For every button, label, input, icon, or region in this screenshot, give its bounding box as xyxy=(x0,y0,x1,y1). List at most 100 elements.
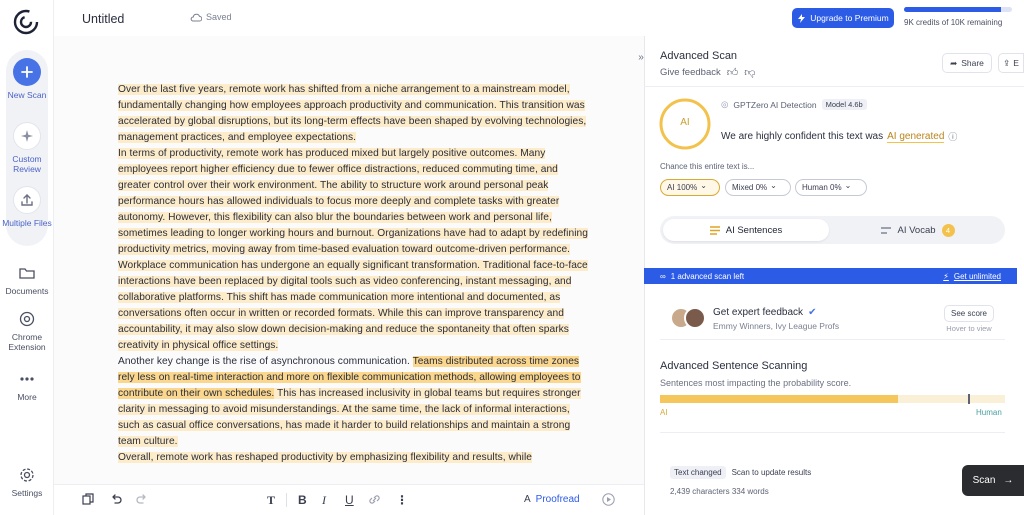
get-unlimited-link[interactable]: ⚡︎ Get unlimited xyxy=(943,272,1001,281)
see-score-button[interactable]: See score xyxy=(944,305,994,322)
hover-hint: Hover to view xyxy=(946,324,992,333)
chip-label: AI 100% xyxy=(667,183,698,192)
editor-toolbar: T B I U ⋮ A Proofread xyxy=(54,484,644,515)
gptzero-small-icon: ◎ xyxy=(721,99,729,109)
status-row: Text changed Scan to update results xyxy=(670,466,811,479)
bolt-icon: ⚡︎ xyxy=(943,271,949,281)
bold-icon[interactable]: B xyxy=(298,493,307,507)
link-icon[interactable] xyxy=(368,494,381,505)
status-badge: Text changed xyxy=(670,466,726,479)
collapse-panel-icon[interactable]: » xyxy=(631,52,651,70)
underline-icon[interactable]: U xyxy=(345,493,354,507)
sidebar-label: Custom Review xyxy=(12,154,42,174)
more-icon xyxy=(20,377,34,381)
detector-row: ◎ GPTZero AI Detection Model 4.6b xyxy=(721,99,867,110)
edit-button[interactable]: ⇪ E xyxy=(998,53,1024,73)
chevron-down-icon: ⌄ xyxy=(700,181,707,190)
highlighted-sentence: In terms of productivity, remote work ha… xyxy=(118,148,588,255)
proofread-button[interactable]: A Proofread xyxy=(524,494,580,505)
highlighted-sentence: Overall, remote work has reshaped produc… xyxy=(118,452,532,463)
classification-chip[interactable]: Mixed 0% ⌄ xyxy=(725,179,791,196)
info-icon[interactable]: ⓘ xyxy=(948,130,957,143)
sentence-list-start xyxy=(660,432,1005,444)
sidebar-label: Multiple Files xyxy=(2,218,52,228)
credits-remaining: 9K credits of 10K remaining xyxy=(904,18,1003,27)
tab-ai-vocab[interactable]: AI Vocab 4 xyxy=(835,219,1001,241)
tab-ai-vocab-label: AI Vocab xyxy=(897,224,936,236)
text-editor[interactable]: Over the last five years, remote work ha… xyxy=(118,82,588,466)
play-icon[interactable] xyxy=(602,493,615,506)
copy-icon[interactable] xyxy=(82,493,94,505)
undo-icon[interactable] xyxy=(110,493,122,505)
ai-badge-label: AI xyxy=(680,117,690,128)
editor-paragraph: Workplace communication has undergone an… xyxy=(118,258,588,354)
scan-button[interactable]: Scan → xyxy=(962,465,1024,496)
expert-title-row: Get expert feedback ✔︎ xyxy=(713,307,816,318)
chevron-down-icon: ⌄ xyxy=(770,181,777,190)
proofread-label: Proofread xyxy=(535,494,580,505)
sidebar-item-settings[interactable]: Settings xyxy=(9,466,45,498)
tab-ai-sentences-label: AI Sentences xyxy=(725,224,783,236)
cloud-check-icon xyxy=(190,13,202,21)
share-button[interactable]: ➦ Share xyxy=(942,53,992,73)
credits-progress-bar xyxy=(904,7,1012,12)
document-title[interactable]: Untitled xyxy=(82,12,124,26)
edit-label: E xyxy=(1013,58,1019,68)
gptzero-logo-icon[interactable] xyxy=(12,8,40,36)
status-text: Scan to update results xyxy=(731,468,812,477)
sidebar-label: Settings xyxy=(11,488,43,498)
export-icon: ⇪ xyxy=(1003,57,1011,68)
sidebar-item-custom-review[interactable]: Custom Review xyxy=(9,122,45,174)
get-unlimited-label: Get unlimited xyxy=(953,271,1001,281)
probability-fill xyxy=(660,395,899,403)
bolt-icon xyxy=(798,13,806,23)
list-lines-icon xyxy=(709,225,720,235)
expert-title: Get expert feedback xyxy=(713,307,804,318)
classification-chip[interactable]: Human 0% ⌄ xyxy=(795,179,867,196)
sidebar-item-more[interactable]: More xyxy=(9,370,45,402)
scan-label: Scan xyxy=(972,475,996,486)
panel-title: Advanced Scan xyxy=(660,50,738,62)
character-word-count: 2,439 characters 334 words xyxy=(670,487,769,496)
model-badge: Model 4.6b xyxy=(821,99,867,110)
thumbs-up-icon[interactable]: 👍︎ xyxy=(727,66,739,79)
italic-icon[interactable]: I xyxy=(322,493,326,508)
plain-text: Another key change is the rise of asynch… xyxy=(118,356,413,367)
upload-icon xyxy=(13,186,41,214)
sidebar-label: New Scan xyxy=(7,90,47,100)
arrow-right-icon: → xyxy=(1003,475,1014,486)
proofread-icon: A xyxy=(524,494,531,505)
sparkle-icon xyxy=(13,122,41,150)
sidebar-item-multiple-files[interactable]: Multiple Files xyxy=(2,186,52,228)
scans-left-label: 1 advanced scan left xyxy=(670,271,745,281)
highlighted-sentence: Workplace communication has undergone an… xyxy=(118,260,588,351)
bar-label-ai: AI xyxy=(660,408,668,417)
chance-label: Chance this entire text is... xyxy=(660,162,755,171)
sidebar-item-new-scan[interactable]: New Scan xyxy=(8,58,46,100)
thumbs-down-icon[interactable]: 👎︎ xyxy=(744,66,755,79)
chevron-down-icon: ⌄ xyxy=(844,181,852,190)
advanced-scan-banner: ∞ 1 advanced scan left ⚡︎ Get unlimited xyxy=(644,268,1017,284)
chrome-icon xyxy=(19,311,35,327)
upgrade-premium-button[interactable]: Upgrade to Premium xyxy=(792,8,894,28)
text-style-icon[interactable]: T xyxy=(267,493,275,508)
expert-subtitle: Emmy Winners, Ivy League Profs xyxy=(713,321,840,331)
editor-paragraph: Overall, remote work has reshaped produc… xyxy=(118,450,588,466)
chip-label: Mixed 0% xyxy=(732,183,768,192)
sidebar-item-chrome-extension[interactable]: Chrome Extension xyxy=(8,310,46,352)
chip-label: Human 0% xyxy=(802,183,842,192)
classification-chip[interactable]: AI 100% ⌄ xyxy=(660,179,720,196)
left-sidebar: New Scan Custom Review Multiple Files Do… xyxy=(0,0,54,515)
confidence-statement: We are highly confident this text was AI… xyxy=(721,130,957,143)
more-options-icon[interactable]: ⋮ xyxy=(396,493,408,507)
redo-icon[interactable] xyxy=(136,493,148,505)
toolbar-divider xyxy=(286,493,287,507)
sidebar-label: Chrome Extension xyxy=(8,332,46,352)
detector-label: GPTZero AI Detection xyxy=(733,99,817,110)
infinity-icon: ∞ xyxy=(660,271,666,281)
adv-scan-title: Advanced Sentence Scanning xyxy=(660,360,808,372)
vocab-lines-icon xyxy=(881,226,892,234)
tab-ai-sentences[interactable]: AI Sentences xyxy=(663,219,829,241)
sidebar-item-documents[interactable]: Documents xyxy=(6,264,49,296)
confidence-value: AI generated xyxy=(887,130,945,143)
